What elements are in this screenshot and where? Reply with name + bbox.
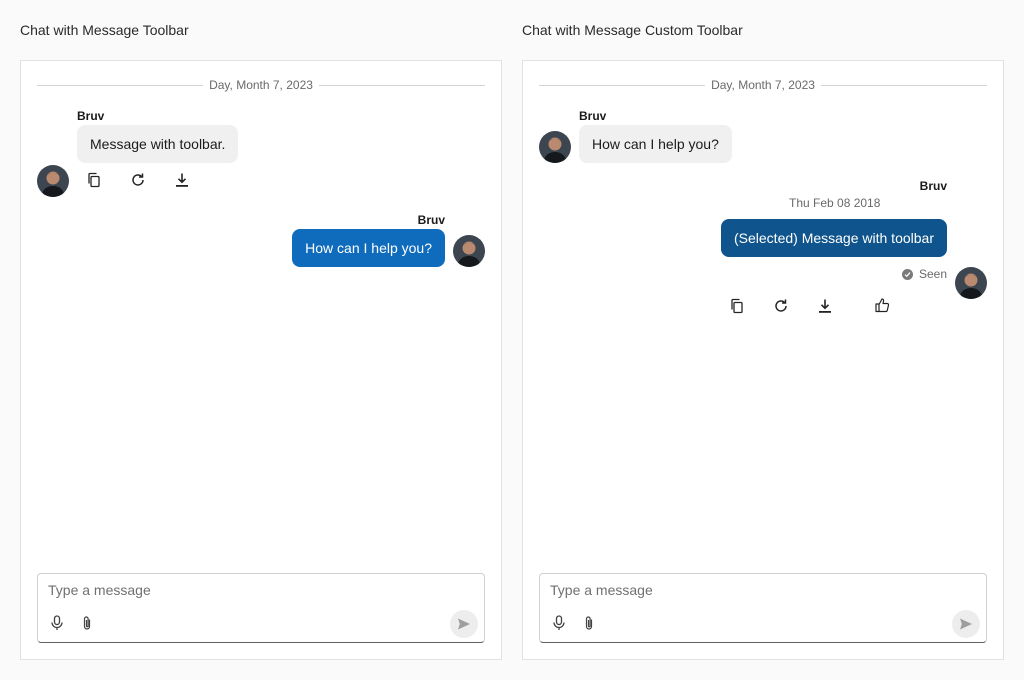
microphone-icon[interactable]: [48, 614, 66, 632]
received-message-bubble[interactable]: How can I help you?: [579, 125, 732, 163]
message-author: Bruv: [417, 213, 445, 227]
panel-title-left: Chat with Message Toolbar: [20, 22, 189, 38]
microphone-icon[interactable]: [550, 614, 568, 632]
message-composer[interactable]: Type a message: [37, 573, 485, 643]
sent-message-bubble[interactable]: How can I help you?: [292, 229, 445, 267]
received-message-bubble[interactable]: Message with toolbar.: [77, 125, 239, 163]
thumbs-up-icon[interactable]: [872, 295, 892, 315]
date-divider: Day, Month 7, 2023: [37, 78, 485, 92]
copy-icon[interactable]: [727, 296, 747, 316]
avatar: [539, 131, 571, 163]
send-icon: [960, 618, 972, 630]
download-icon[interactable]: [172, 170, 192, 190]
message-input[interactable]: Type a message: [48, 582, 151, 598]
send-icon: [458, 618, 470, 630]
message-author: Bruv: [77, 109, 105, 123]
paperclip-icon[interactable]: [580, 614, 598, 632]
message-status: Seen: [901, 267, 947, 281]
avatar: [453, 235, 485, 267]
send-button[interactable]: [952, 610, 980, 638]
chat-panel-left: Day, Month 7, 2023 Bruv Message with too…: [20, 60, 502, 660]
status-label: Seen: [918, 267, 947, 281]
refresh-icon[interactable]: [128, 170, 148, 190]
panel-title-right: Chat with Message Custom Toolbar: [522, 22, 743, 38]
copy-icon[interactable]: [84, 170, 104, 190]
message-author: Bruv: [579, 109, 607, 123]
chat-panel-right: Day, Month 7, 2023 Bruv How can I help y…: [522, 60, 1004, 660]
refresh-icon[interactable]: [771, 296, 791, 316]
selected-message-bubble[interactable]: (Selected) Message with toolbar: [721, 219, 947, 257]
avatar: [955, 267, 987, 299]
send-button[interactable]: [450, 610, 478, 638]
download-icon[interactable]: [815, 296, 835, 316]
paperclip-icon[interactable]: [78, 614, 96, 632]
message-author: Bruv: [919, 179, 947, 193]
date-divider: Day, Month 7, 2023: [539, 78, 987, 92]
message-composer[interactable]: Type a message: [539, 573, 987, 643]
avatar: [37, 165, 69, 197]
message-input[interactable]: Type a message: [550, 582, 653, 598]
check-icon: [901, 268, 913, 280]
message-timestamp: Thu Feb 08 2018: [789, 196, 881, 210]
